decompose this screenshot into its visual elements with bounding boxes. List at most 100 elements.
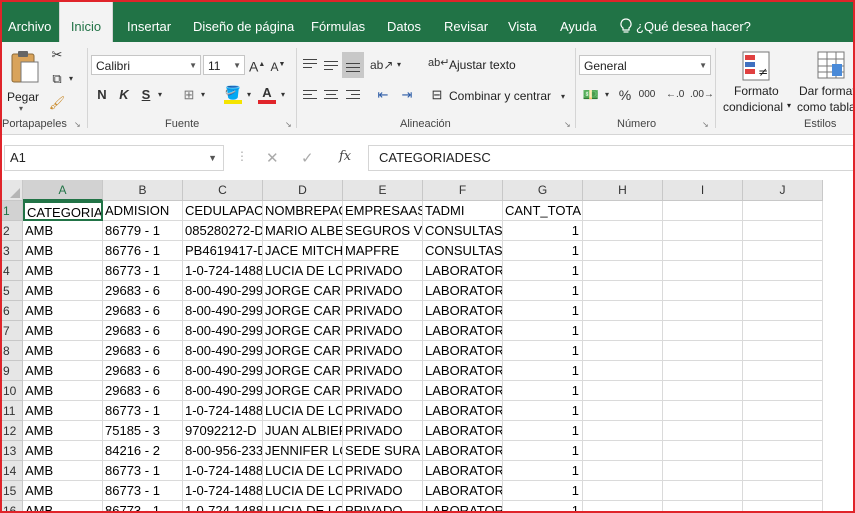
table-cell[interactable] xyxy=(743,241,823,261)
orientation-icon[interactable]: ab↗ xyxy=(370,56,393,74)
chevron-down-icon[interactable]: ▾ xyxy=(66,70,76,88)
chevron-down-icon[interactable]: ▾ xyxy=(394,56,404,74)
tab-insertar[interactable]: Insertar xyxy=(127,2,171,42)
row-header[interactable]: 16 xyxy=(2,501,23,511)
wrap-text-icon[interactable]: ab↵ xyxy=(428,54,449,72)
table-cell[interactable]: AMB xyxy=(23,241,103,261)
table-cell[interactable] xyxy=(583,301,663,321)
table-cell[interactable]: LUCIA DE LOS xyxy=(263,481,343,501)
percent-style-button[interactable]: % xyxy=(616,86,634,104)
table-cell[interactable]: 1-0-724-1488 xyxy=(183,501,263,511)
table-cell[interactable]: LABORATORIO xyxy=(423,341,503,361)
table-cell[interactable]: 1 xyxy=(503,321,583,341)
name-box[interactable]: A1 ▼ xyxy=(4,145,224,171)
table-cell[interactable]: JORGE CARDENAS xyxy=(263,301,343,321)
table-cell[interactable]: AMB xyxy=(23,361,103,381)
table-cell[interactable]: AMB xyxy=(23,381,103,401)
align-middle-icon[interactable] xyxy=(324,58,338,73)
table-cell[interactable] xyxy=(743,421,823,441)
column-header-b[interactable]: B xyxy=(103,180,183,201)
table-cell[interactable]: 97092212-D xyxy=(183,421,263,441)
tab-diseno-pagina[interactable]: Diseño de página xyxy=(193,2,294,42)
table-cell[interactable]: 29683 - 6 xyxy=(103,361,183,381)
table-cell[interactable] xyxy=(663,401,743,421)
table-cell[interactable]: 1 xyxy=(503,481,583,501)
table-cell[interactable]: AMB xyxy=(23,341,103,361)
table-cell[interactable] xyxy=(663,321,743,341)
table-cell[interactable]: ADMISION xyxy=(103,201,183,221)
table-cell[interactable] xyxy=(663,481,743,501)
table-cell[interactable]: 75185 - 3 xyxy=(103,421,183,441)
increase-decimal-icon[interactable]: ←.0 xyxy=(666,86,684,104)
table-cell[interactable]: 86773 - 1 xyxy=(103,461,183,481)
table-cell[interactable]: 1-0-724-1488 xyxy=(183,401,263,421)
table-cell[interactable]: 1 xyxy=(503,421,583,441)
table-cell[interactable]: 86773 - 1 xyxy=(103,481,183,501)
table-cell[interactable]: PRIVADO xyxy=(343,421,423,441)
table-cell[interactable]: LABORATORIO xyxy=(423,461,503,481)
table-cell[interactable] xyxy=(583,221,663,241)
tab-revisar[interactable]: Revisar xyxy=(444,2,488,42)
table-cell[interactable]: 1 xyxy=(503,301,583,321)
accounting-format-icon[interactable]: 💵 xyxy=(582,86,600,104)
table-cell[interactable]: 1 xyxy=(503,341,583,361)
tell-me-search[interactable]: ¿Qué desea hacer? xyxy=(620,2,751,42)
table-cell[interactable]: 1-0-724-1488 xyxy=(183,261,263,281)
align-bottom-button[interactable] xyxy=(342,52,364,78)
table-cell[interactable]: SEGUROS VIVIR xyxy=(343,221,423,241)
table-cell[interactable] xyxy=(663,461,743,481)
table-cell[interactable]: 085280272-D xyxy=(183,221,263,241)
table-cell[interactable]: CONSULTAS xyxy=(423,221,503,241)
table-cell[interactable] xyxy=(583,281,663,301)
conditional-formatting-button[interactable]: ≠ Formato condicional ▾ xyxy=(720,48,794,114)
row-header[interactable]: 9 xyxy=(2,361,23,381)
tab-vista[interactable]: Vista xyxy=(508,2,537,42)
table-cell[interactable]: PRIVADO xyxy=(343,361,423,381)
table-cell[interactable]: LABORATORIO xyxy=(423,481,503,501)
table-cell[interactable]: 1-0-724-1488 xyxy=(183,461,263,481)
font-name-combo[interactable]: Calibri ▼ xyxy=(91,55,201,75)
active-cell[interactable]: CATEGORIADESC xyxy=(23,201,103,221)
table-cell[interactable]: 8-00-956-233 xyxy=(183,441,263,461)
grow-font-icon[interactable]: A▲ xyxy=(249,56,265,76)
table-cell[interactable]: 1 xyxy=(503,221,583,241)
table-cell[interactable]: NOMBREPACIENTE xyxy=(263,201,343,221)
table-cell[interactable]: LABORATORIO xyxy=(423,421,503,441)
table-cell[interactable]: PRIVADO xyxy=(343,341,423,361)
table-cell[interactable] xyxy=(743,281,823,301)
table-cell[interactable] xyxy=(663,261,743,281)
table-cell[interactable] xyxy=(743,381,823,401)
dialog-launcher-icon[interactable]: ↘ xyxy=(702,121,710,129)
chevron-down-icon[interactable]: ▾ xyxy=(558,88,568,106)
table-cell[interactable] xyxy=(743,481,823,501)
table-cell[interactable] xyxy=(663,281,743,301)
row-header[interactable]: 4 xyxy=(2,261,23,281)
table-cell[interactable]: 1 xyxy=(503,441,583,461)
tab-datos[interactable]: Datos xyxy=(387,2,421,42)
table-cell[interactable] xyxy=(583,501,663,511)
font-color-icon[interactable]: A xyxy=(258,84,276,104)
tab-archivo[interactable]: Archivo xyxy=(8,2,51,42)
table-cell[interactable]: PRIVADO xyxy=(343,461,423,481)
row-header[interactable]: 10 xyxy=(2,381,23,401)
row-header[interactable]: 8 xyxy=(2,341,23,361)
table-cell[interactable] xyxy=(583,361,663,381)
table-cell[interactable]: LUCIA DE LOS xyxy=(263,461,343,481)
table-cell[interactable]: 1-0-724-1488 xyxy=(183,481,263,501)
table-cell[interactable]: AMB xyxy=(23,441,103,461)
column-header-i[interactable]: I xyxy=(663,180,743,201)
table-cell[interactable]: LABORATORIO xyxy=(423,501,503,511)
table-cell[interactable]: 29683 - 6 xyxy=(103,321,183,341)
decrease-indent-icon[interactable]: ⇤ xyxy=(374,86,392,104)
table-cell[interactable] xyxy=(583,461,663,481)
table-cell[interactable]: 1 xyxy=(503,401,583,421)
table-cell[interactable] xyxy=(663,381,743,401)
table-cell[interactable]: PRIVADO xyxy=(343,381,423,401)
column-header-e[interactable]: E xyxy=(343,180,423,201)
table-cell[interactable] xyxy=(663,441,743,461)
table-cell[interactable]: SEDE SURA xyxy=(343,441,423,461)
table-cell[interactable]: CANT_TOTAL xyxy=(503,201,583,221)
italic-button[interactable]: K xyxy=(117,86,131,104)
table-cell[interactable]: AMB xyxy=(23,461,103,481)
tab-formulas[interactable]: Fórmulas xyxy=(311,2,365,42)
